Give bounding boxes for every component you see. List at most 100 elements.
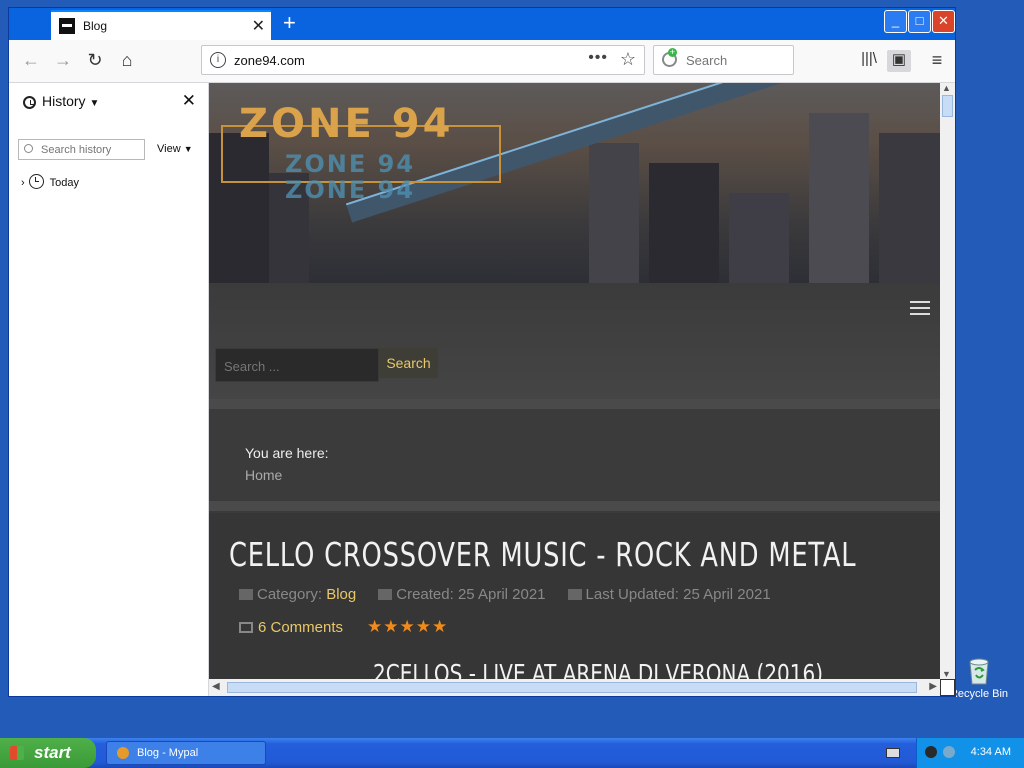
bookmark-star-icon[interactable]: ☆ xyxy=(620,49,636,70)
url-bar[interactable]: i zone94.com ••• ☆ xyxy=(201,45,645,75)
search-icon xyxy=(24,144,33,153)
add-engine-icon: + xyxy=(668,47,677,57)
close-window-button[interactable]: ✕ xyxy=(932,10,955,33)
url-text[interactable]: zone94.com xyxy=(234,53,305,68)
new-tab-button[interactable]: + xyxy=(283,10,296,36)
article: CELLO CROSSOVER MUSIC - ROCK AND METAL C… xyxy=(209,513,940,679)
favicon-icon xyxy=(59,18,75,34)
history-search-input[interactable] xyxy=(39,143,143,157)
browser-search-bar[interactable]: + xyxy=(653,45,794,75)
hero-banner: ZONE 94 ZONE 94 ZONE 94 xyxy=(209,83,940,283)
tray-app-icon[interactable] xyxy=(925,746,937,758)
rating-stars[interactable]: ★★★★★ xyxy=(367,617,448,637)
navigation-toolbar: ← → ↻ ⌂ i zone94.com ••• ☆ + |||\ ▣ ≡ xyxy=(9,40,955,83)
banner-building xyxy=(809,113,869,283)
recycle-bin-label: Recycle Bin xyxy=(949,688,1009,700)
calendar-icon xyxy=(378,589,393,600)
site-search-field[interactable] xyxy=(215,348,379,382)
scroll-right-icon[interactable]: ▶ xyxy=(929,681,937,692)
comment-icon xyxy=(239,622,253,633)
site-search-input[interactable] xyxy=(222,358,376,375)
maximize-button[interactable]: □ xyxy=(908,10,931,33)
vertical-scroll-thumb[interactable] xyxy=(942,95,953,117)
logo-shadow-line: ZONE 94 xyxy=(285,150,416,178)
breadcrumb-label: You are here: xyxy=(245,445,329,461)
article-subtitle: 2CELLOS - LIVE AT ARENA DI VERONA (2016) xyxy=(373,659,824,679)
history-item-today[interactable]: › Today xyxy=(21,174,79,189)
tab-blog[interactable]: Blog ✕ xyxy=(51,10,271,40)
expand-arrow-icon[interactable]: › xyxy=(21,177,25,189)
category-link[interactable]: Blog xyxy=(326,586,356,603)
scroll-left-icon[interactable]: ◀ xyxy=(212,681,220,692)
comments-count: 6 Comments xyxy=(258,619,344,636)
history-search-field[interactable] xyxy=(18,139,145,160)
forward-arrow-icon[interactable]: → xyxy=(51,50,75,72)
banner-building xyxy=(879,133,940,283)
start-button[interactable]: start xyxy=(0,738,96,768)
banner-building xyxy=(589,143,639,283)
browser-window: Blog ✕ + _ □ ✕ ← → ↻ ⌂ i zone94.com ••• ☆ … xyxy=(8,7,956,697)
logo-shadow-line: ZONE 94 xyxy=(285,176,416,204)
clock[interactable]: 4:34 AM xyxy=(971,746,1011,758)
keyboard-icon[interactable] xyxy=(886,748,900,758)
tab-title: Blog xyxy=(83,19,108,33)
view-menu-button[interactable]: View ▼ xyxy=(157,143,193,155)
site-logo[interactable]: ZONE 94 xyxy=(239,101,453,147)
tabstrip-left xyxy=(9,8,49,40)
logo-shadow: ZONE 94 ZONE 94 xyxy=(285,151,415,203)
history-clock-icon xyxy=(23,96,36,109)
scrollbar-corner xyxy=(940,679,955,696)
tab-strip: Blog ✕ + _ □ ✕ xyxy=(9,8,955,40)
window-controls: _ □ ✕ xyxy=(883,10,955,33)
banner-building xyxy=(729,193,789,283)
site-search-button[interactable]: Search xyxy=(379,348,438,378)
windows-flag-icon xyxy=(10,746,24,760)
network-icon[interactable] xyxy=(943,746,955,758)
breadcrumb: You are here: Home xyxy=(209,409,940,499)
chevron-down-icon: ▼ xyxy=(89,98,100,109)
history-item-label: Today xyxy=(49,177,80,189)
reload-icon[interactable]: ↻ xyxy=(83,50,107,72)
start-label: start xyxy=(34,743,71,762)
tab-close-icon[interactable]: ✕ xyxy=(252,16,265,36)
vertical-scrollbar[interactable]: ▲ ▼ xyxy=(940,83,955,679)
history-sidebar: History ▼ ✕ View ▼ › Today xyxy=(9,83,209,696)
article-title[interactable]: CELLO CROSSOVER MUSIC - ROCK AND METAL xyxy=(229,535,856,574)
breadcrumb-home-link[interactable]: Home xyxy=(245,467,282,483)
sidebar-close-icon[interactable]: ✕ xyxy=(182,91,196,111)
created-date: Created: 25 April 2021 xyxy=(396,586,546,603)
sidebar-toggle-icon[interactable]: ▣ xyxy=(887,50,911,72)
horizontal-scroll-thumb[interactable] xyxy=(227,682,917,693)
scroll-down-icon[interactable]: ▼ xyxy=(942,669,951,679)
site-info-icon[interactable]: i xyxy=(210,52,226,68)
banner-building xyxy=(649,163,719,283)
minimize-button[interactable]: _ xyxy=(884,10,907,33)
horizontal-scrollbar[interactable]: ◀ ▶ xyxy=(209,679,940,696)
menu-icon[interactable]: ≡ xyxy=(925,50,949,72)
sidebar-title: History xyxy=(42,93,86,109)
article-meta: Category: Blog Created: 25 April 2021 Last… xyxy=(239,586,771,603)
divider xyxy=(209,399,940,409)
hamburger-menu-icon[interactable] xyxy=(910,301,930,319)
taskbar-window-item[interactable]: Blog - Mypal xyxy=(106,741,266,765)
history-clock-icon xyxy=(28,174,44,189)
browser-app-icon xyxy=(117,747,129,759)
system-tray: 4:34 AM xyxy=(916,738,1024,768)
taskbar: start Blog - Mypal 4:34 AM xyxy=(0,738,1024,768)
back-arrow-icon[interactable]: ← xyxy=(19,50,43,72)
chevron-down-icon: ▼ xyxy=(183,144,193,154)
home-icon[interactable]: ⌂ xyxy=(115,50,139,72)
library-icon[interactable]: |||\ xyxy=(857,50,881,72)
site-menu-bar: Search xyxy=(209,283,940,399)
page-actions-icon[interactable]: ••• xyxy=(588,49,608,67)
browser-search-input[interactable] xyxy=(684,52,788,69)
scroll-up-icon[interactable]: ▲ xyxy=(942,83,951,93)
comments-link[interactable]: 6 Comments xyxy=(239,619,343,636)
category-label: Category: xyxy=(257,586,323,603)
sidebar-header[interactable]: History ▼ xyxy=(23,93,99,109)
view-label: View xyxy=(157,143,181,155)
folder-icon xyxy=(239,589,253,600)
recycle-bin-icon xyxy=(964,656,994,686)
taskbar-window-label: Blog - Mypal xyxy=(137,747,199,759)
updated-date: Last Updated: 25 April 2021 xyxy=(585,586,771,603)
